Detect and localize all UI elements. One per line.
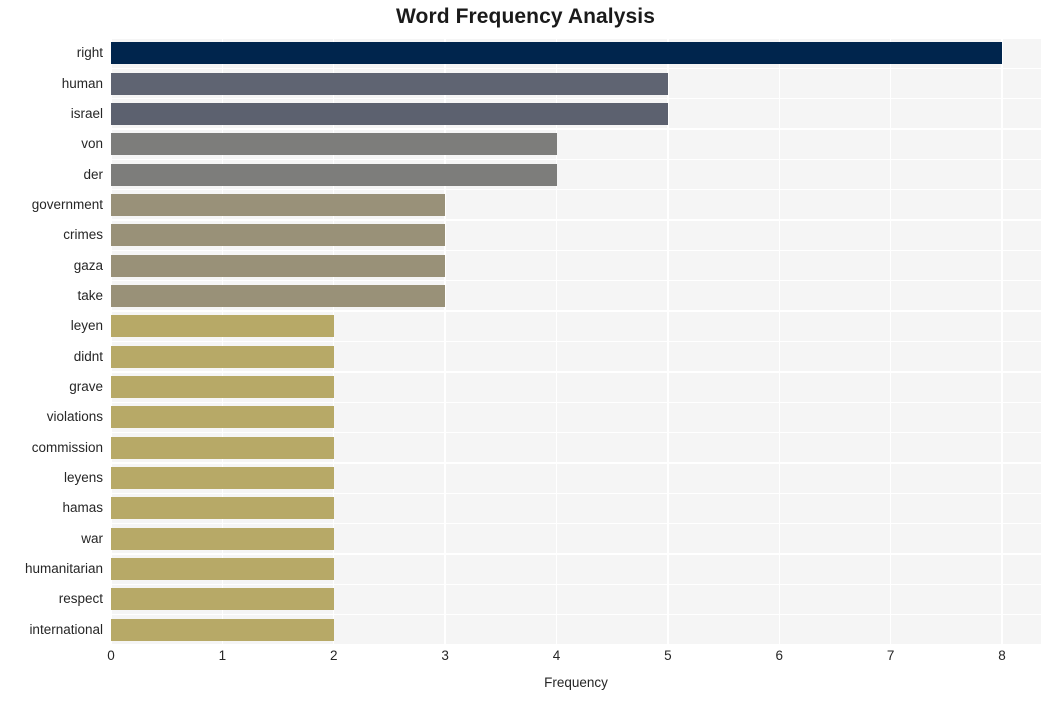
y-axis-tick-label: war <box>81 530 103 546</box>
bar <box>111 406 334 429</box>
bar <box>111 163 557 186</box>
bars-container <box>111 38 1041 645</box>
x-axis-tick-label: 4 <box>552 648 561 663</box>
bar <box>111 497 334 520</box>
bar <box>111 618 334 641</box>
y-axis-tick-label: violations <box>46 409 103 425</box>
y-axis-tick-label: hamas <box>62 500 103 516</box>
x-axis-tick-label: 0 <box>107 648 115 663</box>
bar <box>111 315 334 338</box>
bar <box>111 193 446 216</box>
y-axis-tick-label: international <box>29 621 103 637</box>
x-axis-tick-label: 5 <box>664 648 672 663</box>
chart-title: Word Frequency Analysis <box>395 5 656 28</box>
bar <box>111 284 446 307</box>
bar <box>111 558 334 581</box>
bar <box>111 72 668 95</box>
y-axis-tick-label: take <box>77 287 103 303</box>
plot-area <box>111 38 1041 645</box>
x-axis-tick-labels: 0 1 2 3 4 5 6 7 8 <box>107 648 1041 670</box>
bar <box>111 588 334 611</box>
y-axis-tick-label: grave <box>69 379 103 395</box>
bar <box>111 467 334 490</box>
y-axis-tick-label: right <box>76 45 103 61</box>
bar <box>111 133 557 156</box>
x-axis-tick-label: 2 <box>329 648 338 663</box>
y-axis-tick-label: von <box>81 136 103 152</box>
x-axis-tick-label: 1 <box>218 648 227 663</box>
y-axis-tick-label: crimes <box>63 227 103 243</box>
y-axis-tick-label: didnt <box>73 348 103 364</box>
y-axis-tick-label: humanitarian <box>24 561 103 577</box>
x-axis-title: Frequency <box>544 675 608 690</box>
y-axis-tick-label: israel <box>70 105 103 121</box>
y-axis-tick-label: gaza <box>73 257 103 273</box>
y-axis-tick-labels: right human israel von der government crimes ga… <box>0 38 103 645</box>
bar <box>111 224 446 247</box>
y-axis-tick-label: respect <box>58 591 103 607</box>
x-axis-tick-label: 7 <box>886 648 895 663</box>
bar <box>111 42 1003 65</box>
y-axis-tick-label: leyens <box>63 470 103 486</box>
y-axis-tick-label: commission <box>31 439 103 455</box>
word-frequency-chart-figure: Word Frequency Analysis right human israel… <box>0 0 1051 701</box>
x-axis-tick-label: 8 <box>998 648 1006 663</box>
bar <box>111 376 334 399</box>
x-axis-tick-label: 3 <box>441 648 449 663</box>
bar <box>111 345 334 368</box>
y-axis-tick-label: government <box>31 196 103 212</box>
bar <box>111 254 446 277</box>
y-axis-tick-label: leyen <box>70 318 103 334</box>
bar <box>111 102 668 125</box>
bar <box>111 527 334 550</box>
bar <box>111 436 334 459</box>
y-axis-tick-label: human <box>61 75 103 91</box>
x-axis-tick-label: 6 <box>775 648 784 663</box>
y-axis-tick-label: der <box>83 166 103 182</box>
